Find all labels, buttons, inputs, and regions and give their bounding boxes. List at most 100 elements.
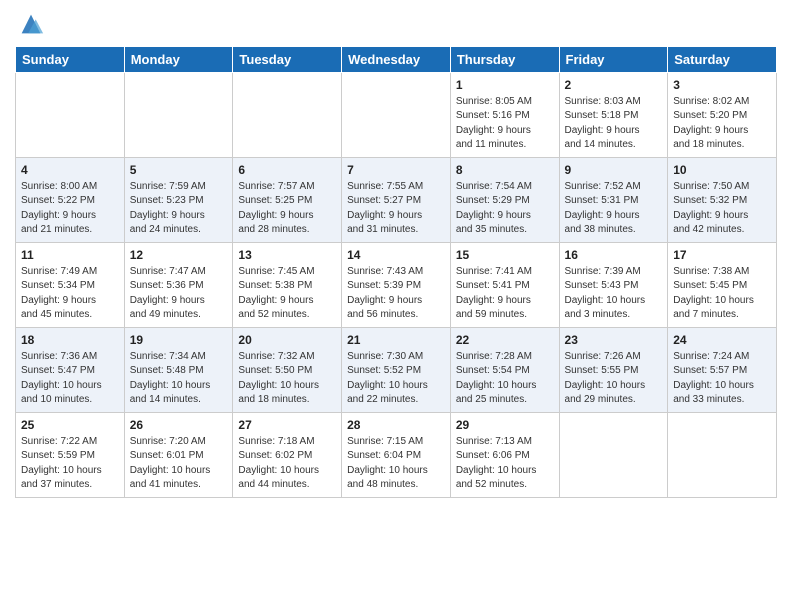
day-info: Sunrise: 7:30 AM Sunset: 5:52 PM Dayligh… xyxy=(347,350,445,408)
calendar-cell xyxy=(342,73,451,158)
day-number: 14 xyxy=(347,247,445,264)
day-number: 28 xyxy=(347,417,445,434)
day-info: Sunrise: 7:24 AM Sunset: 5:57 PM Dayligh… xyxy=(673,350,771,408)
day-number: 5 xyxy=(130,162,228,179)
day-number: 18 xyxy=(21,332,119,349)
calendar-cell: 7Sunrise: 7:55 AM Sunset: 5:27 PM Daylig… xyxy=(342,158,451,243)
day-number: 29 xyxy=(456,417,554,434)
calendar-cell: 23Sunrise: 7:26 AM Sunset: 5:55 PM Dayli… xyxy=(559,328,668,413)
calendar-cell: 25Sunrise: 7:22 AM Sunset: 5:59 PM Dayli… xyxy=(16,413,125,498)
day-info: Sunrise: 7:13 AM Sunset: 6:06 PM Dayligh… xyxy=(456,435,554,493)
calendar-cell: 29Sunrise: 7:13 AM Sunset: 6:06 PM Dayli… xyxy=(450,413,559,498)
day-number: 3 xyxy=(673,77,771,94)
day-header-sunday: Sunday xyxy=(16,47,125,73)
day-info: Sunrise: 8:05 AM Sunset: 5:16 PM Dayligh… xyxy=(456,95,554,153)
calendar-week-row: 25Sunrise: 7:22 AM Sunset: 5:59 PM Dayli… xyxy=(16,413,777,498)
day-number: 10 xyxy=(673,162,771,179)
day-number: 4 xyxy=(21,162,119,179)
day-info: Sunrise: 7:26 AM Sunset: 5:55 PM Dayligh… xyxy=(565,350,663,408)
day-number: 13 xyxy=(238,247,336,264)
day-info: Sunrise: 7:43 AM Sunset: 5:39 PM Dayligh… xyxy=(347,265,445,323)
day-number: 22 xyxy=(456,332,554,349)
day-number: 26 xyxy=(130,417,228,434)
day-header-monday: Monday xyxy=(124,47,233,73)
day-number: 15 xyxy=(456,247,554,264)
calendar-cell: 1Sunrise: 8:05 AM Sunset: 5:16 PM Daylig… xyxy=(450,73,559,158)
calendar-cell: 10Sunrise: 7:50 AM Sunset: 5:32 PM Dayli… xyxy=(668,158,777,243)
day-number: 9 xyxy=(565,162,663,179)
day-number: 24 xyxy=(673,332,771,349)
calendar-cell: 24Sunrise: 7:24 AM Sunset: 5:57 PM Dayli… xyxy=(668,328,777,413)
day-info: Sunrise: 7:45 AM Sunset: 5:38 PM Dayligh… xyxy=(238,265,336,323)
day-number: 19 xyxy=(130,332,228,349)
calendar-cell: 5Sunrise: 7:59 AM Sunset: 5:23 PM Daylig… xyxy=(124,158,233,243)
day-info: Sunrise: 8:03 AM Sunset: 5:18 PM Dayligh… xyxy=(565,95,663,153)
day-info: Sunrise: 7:41 AM Sunset: 5:41 PM Dayligh… xyxy=(456,265,554,323)
day-number: 21 xyxy=(347,332,445,349)
page-container: SundayMondayTuesdayWednesdayThursdayFrid… xyxy=(0,0,792,503)
day-info: Sunrise: 7:50 AM Sunset: 5:32 PM Dayligh… xyxy=(673,180,771,238)
day-header-tuesday: Tuesday xyxy=(233,47,342,73)
calendar-cell: 18Sunrise: 7:36 AM Sunset: 5:47 PM Dayli… xyxy=(16,328,125,413)
calendar-cell: 6Sunrise: 7:57 AM Sunset: 5:25 PM Daylig… xyxy=(233,158,342,243)
calendar-cell: 8Sunrise: 7:54 AM Sunset: 5:29 PM Daylig… xyxy=(450,158,559,243)
calendar-cell: 19Sunrise: 7:34 AM Sunset: 5:48 PM Dayli… xyxy=(124,328,233,413)
day-header-thursday: Thursday xyxy=(450,47,559,73)
calendar-cell: 20Sunrise: 7:32 AM Sunset: 5:50 PM Dayli… xyxy=(233,328,342,413)
logo-icon xyxy=(17,10,45,38)
day-number: 6 xyxy=(238,162,336,179)
day-number: 25 xyxy=(21,417,119,434)
calendar-week-row: 11Sunrise: 7:49 AM Sunset: 5:34 PM Dayli… xyxy=(16,243,777,328)
calendar-cell xyxy=(16,73,125,158)
day-header-saturday: Saturday xyxy=(668,47,777,73)
calendar-header-row: SundayMondayTuesdayWednesdayThursdayFrid… xyxy=(16,47,777,73)
day-info: Sunrise: 7:20 AM Sunset: 6:01 PM Dayligh… xyxy=(130,435,228,493)
day-number: 2 xyxy=(565,77,663,94)
calendar-cell: 3Sunrise: 8:02 AM Sunset: 5:20 PM Daylig… xyxy=(668,73,777,158)
day-info: Sunrise: 7:32 AM Sunset: 5:50 PM Dayligh… xyxy=(238,350,336,408)
day-info: Sunrise: 7:55 AM Sunset: 5:27 PM Dayligh… xyxy=(347,180,445,238)
calendar-cell: 4Sunrise: 8:00 AM Sunset: 5:22 PM Daylig… xyxy=(16,158,125,243)
calendar-week-row: 4Sunrise: 8:00 AM Sunset: 5:22 PM Daylig… xyxy=(16,158,777,243)
calendar-table: SundayMondayTuesdayWednesdayThursdayFrid… xyxy=(15,46,777,498)
calendar-week-row: 1Sunrise: 8:05 AM Sunset: 5:16 PM Daylig… xyxy=(16,73,777,158)
calendar-cell: 9Sunrise: 7:52 AM Sunset: 5:31 PM Daylig… xyxy=(559,158,668,243)
calendar-cell xyxy=(124,73,233,158)
day-info: Sunrise: 7:52 AM Sunset: 5:31 PM Dayligh… xyxy=(565,180,663,238)
day-info: Sunrise: 7:47 AM Sunset: 5:36 PM Dayligh… xyxy=(130,265,228,323)
day-info: Sunrise: 7:49 AM Sunset: 5:34 PM Dayligh… xyxy=(21,265,119,323)
day-info: Sunrise: 7:22 AM Sunset: 5:59 PM Dayligh… xyxy=(21,435,119,493)
calendar-cell: 26Sunrise: 7:20 AM Sunset: 6:01 PM Dayli… xyxy=(124,413,233,498)
calendar-cell: 22Sunrise: 7:28 AM Sunset: 5:54 PM Dayli… xyxy=(450,328,559,413)
calendar-cell xyxy=(233,73,342,158)
day-info: Sunrise: 7:36 AM Sunset: 5:47 PM Dayligh… xyxy=(21,350,119,408)
day-header-friday: Friday xyxy=(559,47,668,73)
day-number: 16 xyxy=(565,247,663,264)
day-info: Sunrise: 7:39 AM Sunset: 5:43 PM Dayligh… xyxy=(565,265,663,323)
calendar-cell xyxy=(668,413,777,498)
day-number: 7 xyxy=(347,162,445,179)
day-number: 12 xyxy=(130,247,228,264)
day-header-wednesday: Wednesday xyxy=(342,47,451,73)
logo xyxy=(15,10,45,38)
day-number: 11 xyxy=(21,247,119,264)
calendar-cell: 27Sunrise: 7:18 AM Sunset: 6:02 PM Dayli… xyxy=(233,413,342,498)
day-info: Sunrise: 7:59 AM Sunset: 5:23 PM Dayligh… xyxy=(130,180,228,238)
calendar-cell: 16Sunrise: 7:39 AM Sunset: 5:43 PM Dayli… xyxy=(559,243,668,328)
calendar-cell: 13Sunrise: 7:45 AM Sunset: 5:38 PM Dayli… xyxy=(233,243,342,328)
day-number: 8 xyxy=(456,162,554,179)
day-info: Sunrise: 8:02 AM Sunset: 5:20 PM Dayligh… xyxy=(673,95,771,153)
day-number: 23 xyxy=(565,332,663,349)
day-number: 20 xyxy=(238,332,336,349)
day-info: Sunrise: 7:38 AM Sunset: 5:45 PM Dayligh… xyxy=(673,265,771,323)
calendar-cell xyxy=(559,413,668,498)
calendar-cell: 14Sunrise: 7:43 AM Sunset: 5:39 PM Dayli… xyxy=(342,243,451,328)
calendar-cell: 21Sunrise: 7:30 AM Sunset: 5:52 PM Dayli… xyxy=(342,328,451,413)
day-number: 17 xyxy=(673,247,771,264)
calendar-cell: 28Sunrise: 7:15 AM Sunset: 6:04 PM Dayli… xyxy=(342,413,451,498)
day-number: 1 xyxy=(456,77,554,94)
day-info: Sunrise: 7:18 AM Sunset: 6:02 PM Dayligh… xyxy=(238,435,336,493)
day-info: Sunrise: 8:00 AM Sunset: 5:22 PM Dayligh… xyxy=(21,180,119,238)
day-info: Sunrise: 7:34 AM Sunset: 5:48 PM Dayligh… xyxy=(130,350,228,408)
header xyxy=(15,10,777,38)
